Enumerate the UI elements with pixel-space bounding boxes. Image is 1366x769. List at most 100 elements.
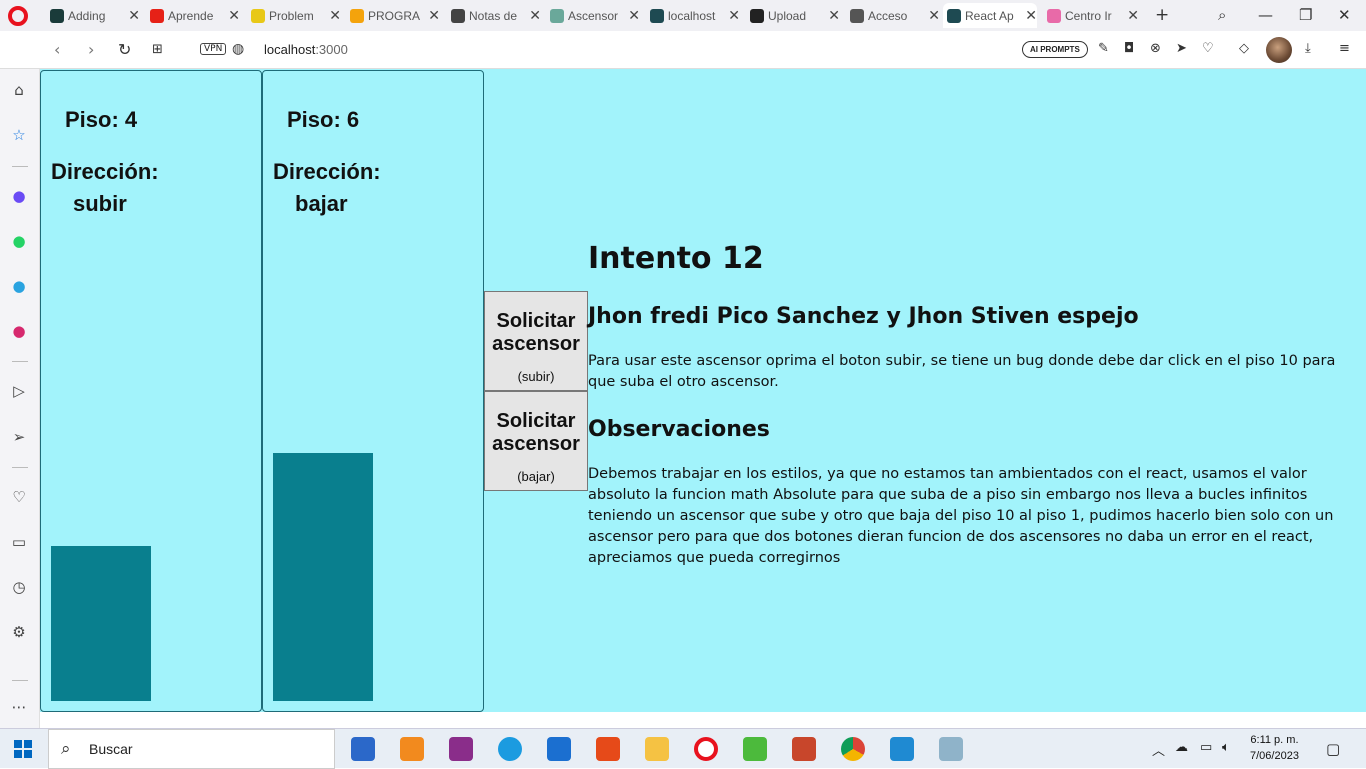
taskbar-search[interactable]: ⌕ Buscar	[48, 729, 335, 769]
globe-icon: ◍	[232, 41, 245, 57]
tab-close-icon[interactable]: ✕	[529, 8, 541, 24]
tab-close-icon[interactable]: ✕	[128, 8, 140, 24]
info-content: Intento 12 Jhon fredi Pico Sanchez y Jho…	[588, 241, 1364, 569]
floor-label: Piso: 4	[65, 107, 138, 132]
tab-close-icon[interactable]: ✕	[728, 8, 740, 24]
bookmarks-heart-icon[interactable]: ♡	[8, 486, 30, 508]
browser-tab[interactable]: Ascensor ✕	[546, 3, 640, 28]
request-elevator-down-button[interactable]: Solicitar ascensor (bajar)	[484, 391, 588, 491]
mail-app-icon[interactable]	[547, 737, 571, 761]
speed-dial-icon[interactable]: ☆	[8, 124, 30, 146]
browser-tab[interactable]: Aprende ✕	[146, 3, 240, 28]
notes-app-icon[interactable]	[939, 737, 963, 761]
address-bar: ‹ › ↻ ⊞ VPN ◍ localhost:3000 AI PROMPTS …	[0, 31, 1366, 69]
edge-app-icon[interactable]	[498, 737, 522, 761]
url-field[interactable]: localhost:3000	[264, 42, 348, 57]
tray-chevron-icon[interactable]: ︿	[1152, 740, 1165, 759]
instagram-icon[interactable]: ●	[8, 320, 30, 342]
tab-label: Notas de	[469, 8, 518, 23]
player-icon[interactable]: ▷	[8, 380, 30, 402]
tab-close-icon[interactable]: ✕	[329, 8, 341, 24]
ai-prompts-button[interactable]: AI PROMPTS	[1022, 41, 1088, 58]
tab-close-icon[interactable]: ✕	[1127, 8, 1139, 24]
browser-tab[interactable]: React Ap ✕	[943, 3, 1037, 28]
close-window-icon[interactable]: ✕	[1338, 6, 1351, 24]
direction-title: Dirección:	[273, 159, 381, 184]
browser-tab[interactable]: localhost ✕	[646, 3, 740, 28]
camera-icon[interactable]: ◘	[1124, 41, 1134, 56]
direction-title: Dirección:	[51, 159, 159, 184]
opera-app-icon[interactable]	[694, 737, 718, 761]
vscode-app-icon[interactable]	[890, 737, 914, 761]
avatar[interactable]	[1266, 37, 1292, 63]
store-app-icon[interactable]	[351, 737, 375, 761]
more-icon[interactable]: ⋯	[8, 696, 30, 718]
office-app-icon[interactable]	[596, 737, 620, 761]
tab-label: Ascensor	[568, 8, 619, 23]
tab-label: React Ap	[965, 8, 1014, 23]
volume-icon[interactable]: 🔈︎	[1222, 740, 1230, 755]
edit-icon[interactable]: ✎	[1098, 41, 1109, 56]
flow-icon[interactable]: ➢	[8, 426, 30, 448]
tab-close-icon[interactable]: ✕	[428, 8, 440, 24]
browser-tab[interactable]: Adding ✕	[46, 3, 140, 28]
download-icon[interactable]: ⤓	[1305, 41, 1311, 56]
browser-tab[interactable]: Acceso ✕	[846, 3, 940, 28]
opera-logo-icon[interactable]	[8, 6, 28, 26]
search-icon: ⌕	[61, 739, 71, 759]
telegram-icon[interactable]: ●	[8, 275, 30, 297]
cube-icon[interactable]: ◇	[1239, 41, 1249, 56]
browser-tab[interactable]: Problem ✕	[247, 3, 341, 28]
settings-icon[interactable]: ⚙	[8, 621, 30, 643]
chrome-app-icon[interactable]	[841, 737, 865, 761]
heart-icon[interactable]: ♡	[1202, 41, 1214, 56]
request-elevator-up-button[interactable]: Solicitar ascensor (subir)	[484, 291, 588, 391]
tab-close-icon[interactable]: ✕	[828, 8, 840, 24]
vpn-badge[interactable]: VPN	[200, 43, 227, 55]
tab-favicon-icon	[947, 8, 961, 23]
browser-sidebar: ⌂ ☆ ● ● ● ● ▷ ➢ ♡ ▭ ◷ ⚙ ⋯	[0, 69, 40, 728]
notifications-icon[interactable]: ▢	[1326, 740, 1340, 758]
file-explorer-icon[interactable]	[645, 737, 669, 761]
tab-close-icon[interactable]: ✕	[1025, 8, 1037, 24]
new-tab-icon[interactable]: +	[1155, 5, 1169, 25]
tab-close-icon[interactable]: ✕	[228, 8, 240, 24]
powerpoint-app-icon[interactable]	[792, 737, 816, 761]
button-sub-label: (subir)	[517, 369, 555, 384]
back-icon[interactable]: ‹	[54, 40, 60, 59]
sidebar-divider	[12, 680, 28, 681]
battery-icon[interactable]: ▭	[1200, 740, 1212, 755]
home-icon[interactable]: ⌂	[8, 79, 30, 101]
search-placeholder: Buscar	[89, 741, 133, 757]
xampp-app-icon[interactable]	[400, 737, 424, 761]
messenger-icon[interactable]: ●	[8, 185, 30, 207]
tab-favicon-icon	[1047, 8, 1061, 23]
windows-start-icon[interactable]	[14, 740, 32, 758]
tab-favicon-icon	[451, 8, 465, 23]
minimize-icon[interactable]: —	[1258, 6, 1273, 24]
winrar-app-icon[interactable]	[449, 737, 473, 761]
taskbar-clock[interactable]: 6:11 p. m. 7/06/2023	[1250, 732, 1299, 764]
tab-close-icon[interactable]: ✕	[628, 8, 640, 24]
send-icon[interactable]: ➤	[1176, 41, 1187, 56]
adblock-icon[interactable]: ⊗	[1150, 41, 1161, 56]
onedrive-icon[interactable]: ☁	[1175, 740, 1188, 755]
android-app-icon[interactable]	[743, 737, 767, 761]
browser-tab[interactable]: PROGRA ✕	[346, 3, 440, 28]
reload-icon[interactable]: ↻	[118, 40, 131, 59]
browser-tab[interactable]: Notas de ✕	[447, 3, 541, 28]
clock-time: 6:11 p. m.	[1250, 734, 1299, 746]
authors-heading: Jhon fredi Pico Sanchez y Jhon Stiven es…	[588, 304, 1139, 329]
tabs-grid-icon[interactable]: ⊞	[152, 42, 163, 57]
history-icon[interactable]: ◷	[8, 576, 30, 598]
whatsapp-icon[interactable]: ●	[8, 230, 30, 252]
search-tabs-icon[interactable]: ⌕	[1218, 6, 1226, 24]
tab-islands-icon[interactable]: ▭	[8, 531, 30, 553]
forward-icon[interactable]: ›	[88, 40, 94, 59]
menu-icon[interactable]: ≡	[1339, 41, 1350, 56]
browser-tab[interactable]: Upload ✕	[746, 3, 840, 28]
tab-close-icon[interactable]: ✕	[928, 8, 940, 24]
browser-tab[interactable]: Centro Ir ✕	[1043, 3, 1139, 28]
restore-icon[interactable]: ❐	[1299, 6, 1312, 24]
browser-tab-bar: Adding ✕ Aprende ✕ Problem ✕ PROGRA ✕ Notas de ✕ A…	[0, 0, 1366, 31]
